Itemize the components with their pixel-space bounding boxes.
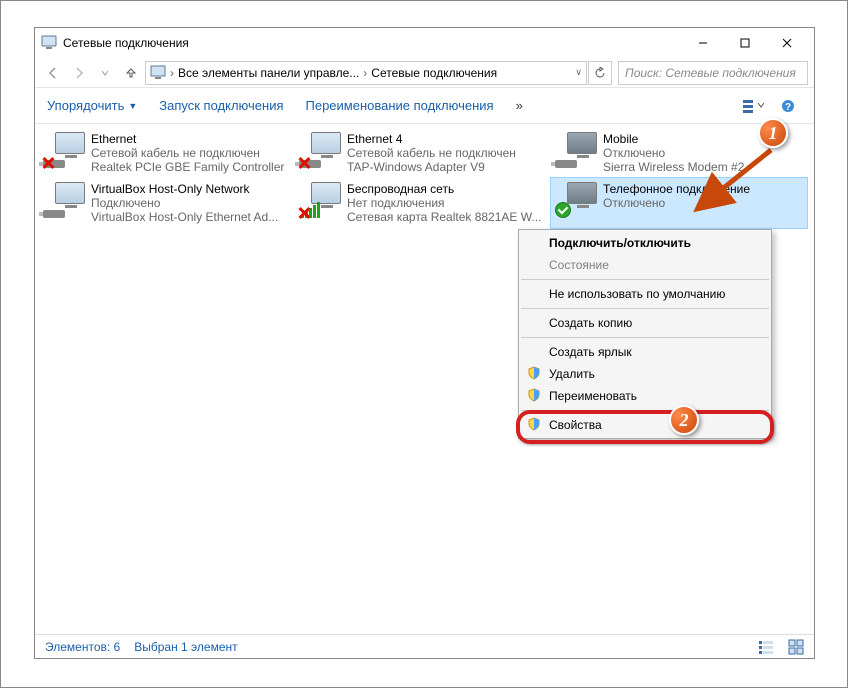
maximize-button[interactable] xyxy=(724,29,766,57)
ctx-separator xyxy=(521,337,769,338)
ctx-connect[interactable]: Подключить/отключить xyxy=(519,232,771,254)
large-icons-view-icon[interactable] xyxy=(788,639,804,655)
ctx-rename[interactable]: Переименовать xyxy=(519,385,771,407)
item-name: VirtualBox Host-Only Network xyxy=(91,182,278,196)
view-options-button[interactable] xyxy=(740,94,768,118)
address-box[interactable]: › Все элементы панели управле... › Сетев… xyxy=(145,61,587,85)
organize-menu[interactable]: Упорядочить▼ xyxy=(47,98,137,113)
selection-count: Выбран 1 элемент xyxy=(134,640,237,654)
breadcrumb-item[interactable]: Сетевые подключения xyxy=(371,66,497,80)
connection-item[interactable]: Беспроводная сеть Нет подключения Сетева… xyxy=(295,178,551,228)
item-device: VirtualBox Host-Only Ethernet Ad... xyxy=(91,210,278,224)
ctx-copy[interactable]: Создать копию xyxy=(519,312,771,334)
app-icon xyxy=(41,35,57,51)
item-status: Нет подключения xyxy=(347,196,541,210)
item-status: Сетевой кабель не подключен xyxy=(91,146,284,160)
titlebar: Сетевые подключения xyxy=(35,28,814,58)
network-adapter-icon xyxy=(43,132,85,168)
address-bar: › Все элементы панели управле... › Сетев… xyxy=(35,58,814,88)
shield-icon xyxy=(527,417,541,431)
breadcrumb-item[interactable]: Все элементы панели управле... xyxy=(178,66,359,80)
forward-button[interactable] xyxy=(67,61,91,85)
svg-text:?: ? xyxy=(785,102,791,113)
chevron-right-icon: › xyxy=(363,66,367,80)
connection-item[interactable]: VirtualBox Host-Only Network Подключено … xyxy=(39,178,295,228)
rename-connection-button[interactable]: Переименование подключения xyxy=(306,98,494,113)
ctx-delete[interactable]: Удалить xyxy=(519,363,771,385)
start-connection-button[interactable]: Запуск подключения xyxy=(159,98,283,113)
window-buttons xyxy=(682,29,808,57)
shield-icon xyxy=(527,366,541,380)
ctx-separator xyxy=(521,410,769,411)
up-button[interactable] xyxy=(119,61,143,85)
network-adapter-icon xyxy=(299,132,341,168)
window-title: Сетевые подключения xyxy=(63,36,682,50)
item-device: Сетевая карта Realtek 8821AE W... xyxy=(347,210,541,224)
annotation-callout-2: 2 xyxy=(669,405,699,435)
context-menu: Подключить/отключить Состояние Не исполь… xyxy=(518,229,772,439)
item-device: Realtek PCIe GBE Family Controller xyxy=(91,160,284,174)
item-device: TAP-Windows Adapter V9 xyxy=(347,160,516,174)
control-panel-icon xyxy=(150,65,166,81)
shield-icon xyxy=(527,388,541,402)
modem-icon xyxy=(555,132,597,168)
back-button[interactable] xyxy=(41,61,65,85)
annotation-arrow xyxy=(689,144,779,224)
connection-item[interactable]: Ethernet Сетевой кабель не подключен Rea… xyxy=(39,128,295,178)
help-button[interactable]: ? xyxy=(774,94,802,118)
overflow-button[interactable]: » xyxy=(516,98,523,113)
item-count: Элементов: 6 xyxy=(45,640,120,654)
close-button[interactable] xyxy=(766,29,808,57)
item-name: Ethernet 4 xyxy=(347,132,516,146)
ctx-status: Состояние xyxy=(519,254,771,276)
details-view-icon[interactable] xyxy=(758,639,774,655)
minimize-button[interactable] xyxy=(682,29,724,57)
search-input[interactable]: Поиск: Сетевые подключения xyxy=(618,61,808,85)
connection-item[interactable]: Ethernet 4 Сетевой кабель не подключен T… xyxy=(295,128,551,178)
item-status: Подключено xyxy=(91,196,278,210)
chevron-right-icon: › xyxy=(170,66,174,80)
item-name: Ethernet xyxy=(91,132,284,146)
item-status: Сетевой кабель не подключен xyxy=(347,146,516,160)
ctx-properties[interactable]: Свойства xyxy=(519,414,771,436)
command-bar: Упорядочить▼ Запуск подключения Переимен… xyxy=(35,88,814,124)
annotation-callout-1: 1 xyxy=(758,118,788,148)
status-bar: Элементов: 6 Выбран 1 элемент xyxy=(35,634,814,658)
ctx-shortcut[interactable]: Создать ярлык xyxy=(519,341,771,363)
recent-dropdown[interactable] xyxy=(93,61,117,85)
ctx-default[interactable]: Не использовать по умолчанию xyxy=(519,283,771,305)
modem-icon xyxy=(555,182,597,218)
chevron-down-icon[interactable]: ∨ xyxy=(575,67,582,78)
ctx-separator xyxy=(521,279,769,280)
ctx-separator xyxy=(521,308,769,309)
network-adapter-icon xyxy=(43,182,85,218)
refresh-button[interactable] xyxy=(588,61,612,85)
wifi-adapter-icon xyxy=(299,182,341,218)
item-name: Беспроводная сеть xyxy=(347,182,541,196)
